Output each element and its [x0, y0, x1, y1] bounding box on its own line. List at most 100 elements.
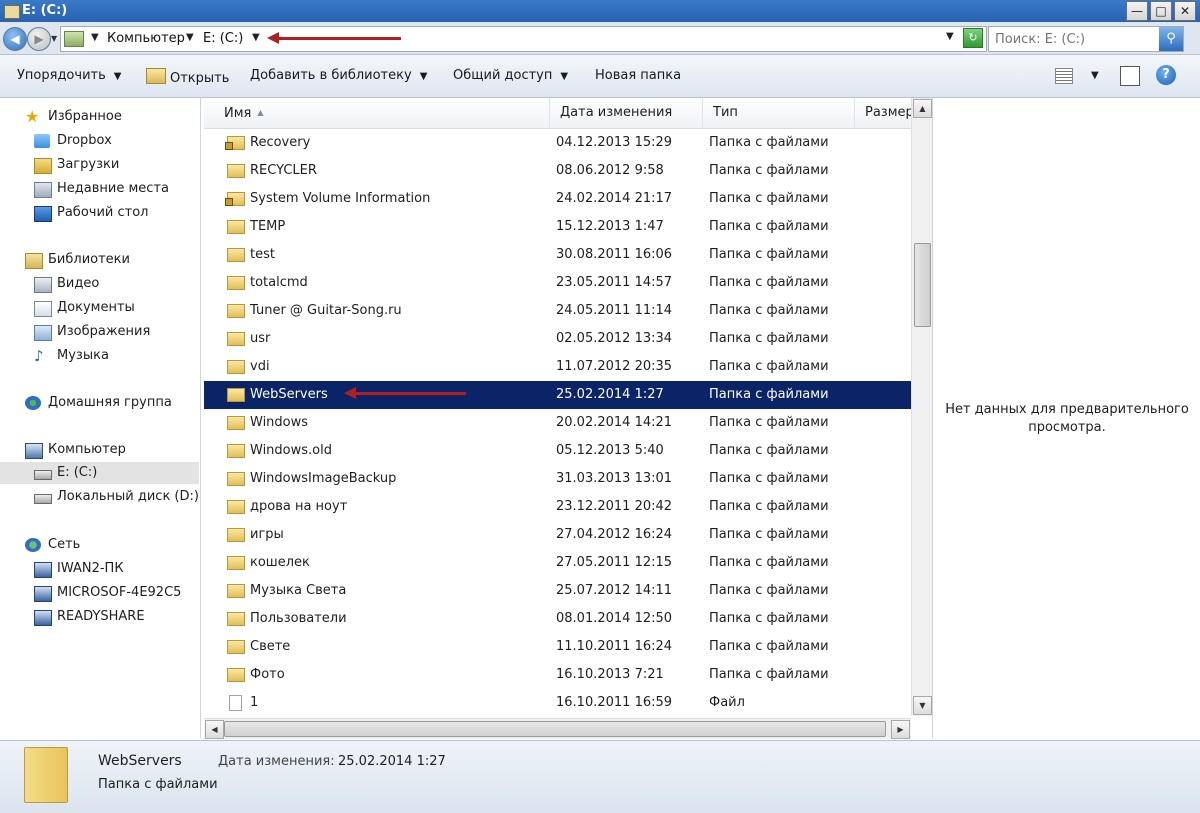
column-header-name[interactable]: Имя ▲	[214, 98, 550, 128]
search-icon[interactable]: ⚲	[1159, 27, 1183, 51]
chevron-down-icon[interactable]: ▼	[252, 32, 260, 43]
address-dropdown-icon[interactable]: ▼	[946, 31, 954, 42]
cell-type: Файл	[709, 695, 745, 710]
network-computer-icon	[34, 610, 52, 626]
minimize-button[interactable]: —	[1126, 1, 1148, 21]
nav-downloads[interactable]: Загрузки	[0, 154, 199, 176]
nav-label: Изображения	[57, 324, 151, 339]
cell-name: дрова на ноут	[250, 499, 348, 514]
nav-network[interactable]: Сеть	[0, 534, 199, 556]
sort-ascending-icon: ▲	[257, 108, 264, 117]
scroll-thumb[interactable]	[914, 243, 931, 327]
nav-homegroup[interactable]: Домашняя группа	[0, 392, 199, 414]
preview-pane-icon[interactable]	[1120, 66, 1140, 86]
nav-computer[interactable]: Компьютер	[0, 439, 199, 461]
cell-name: Windows.old	[250, 443, 332, 458]
chevron-down-icon[interactable]: ▼	[91, 32, 99, 43]
table-row[interactable]: Tuner @ Guitar-Song.ru 24.05.2011 11:14 Па…	[204, 297, 911, 325]
nav-desktop[interactable]: Рабочий стол	[0, 202, 199, 224]
scroll-left-icon[interactable]: ◀	[205, 720, 224, 739]
share-button[interactable]: Общий доступ ▼	[453, 68, 568, 83]
table-row[interactable]: totalcmd 23.05.2011 14:57 Папка с файлами	[204, 269, 911, 297]
back-button[interactable]: ◀	[3, 27, 27, 51]
table-row[interactable]: 1 16.10.2011 16:59 Файл	[204, 689, 911, 716]
column-header-date[interactable]: Дата изменения	[550, 98, 703, 128]
address-bar[interactable]: ▼ Компьютер ▼ E: (C:) ▼	[60, 26, 987, 52]
search-box[interactable]: ⚲	[988, 26, 1184, 52]
add-to-library-button[interactable]: Добавить в библиотеку ▼	[250, 68, 427, 83]
chevron-down-icon: ▼	[113, 71, 122, 82]
forward-button[interactable]: ▶	[27, 27, 51, 51]
cell-date: 27.04.2012 16:24	[556, 527, 673, 542]
breadcrumb-drive[interactable]: E: (C:)	[203, 31, 243, 46]
close-button[interactable]: ✕	[1174, 1, 1196, 21]
table-row[interactable]: System Volume Information 24.02.2014 21:1…	[204, 185, 911, 213]
nav-pc-microsof[interactable]: MICROSOF-4E92C5	[0, 582, 199, 604]
table-row[interactable]: Музыка Света 25.07.2012 14:11 Папка с файл…	[204, 577, 911, 605]
nav-pc-iwan2[interactable]: IWAN2-ПК	[0, 558, 199, 580]
search-input[interactable]	[993, 30, 1157, 48]
column-header-type[interactable]: Тип	[703, 98, 855, 128]
chevron-down-icon[interactable]: ▼	[186, 32, 194, 43]
nav-music[interactable]: ♪ Музыка	[0, 345, 199, 367]
nav-drive-d[interactable]: Локальный диск (D:)	[0, 486, 199, 508]
nav-video[interactable]: Видео	[0, 273, 199, 295]
table-row[interactable]: Windows 20.02.2014 14:21 Папка с файлами	[204, 409, 911, 437]
organize-button[interactable]: Упорядочить ▼	[17, 68, 121, 83]
table-row[interactable]: Фото 16.10.2013 7:21 Папка с файлами	[204, 661, 911, 689]
new-folder-button[interactable]: Новая папка	[595, 68, 681, 83]
nav-documents[interactable]: Документы	[0, 297, 199, 319]
table-row[interactable]: usr 02.05.2012 13:34 Папка с файлами	[204, 325, 911, 353]
cell-date: 02.05.2012 13:34	[556, 331, 673, 346]
nav-drive-c[interactable]: E: (C:)	[0, 462, 199, 484]
scroll-down-icon[interactable]: ▼	[913, 696, 932, 715]
cell-name: totalcmd	[250, 275, 308, 290]
table-row[interactable]: дрова на ноут 23.12.2011 20:42 Папка с фай…	[204, 493, 911, 521]
cell-type: Папка с файлами	[709, 135, 829, 150]
cell-name: TEMP	[250, 219, 286, 234]
nav-pc-readyshare[interactable]: READYSHARE	[0, 606, 199, 628]
address-row: ◀ ▶ ▼ ▼ Компьютер ▼ E: (C:) ▼ ▼ ↻ ⚲	[0, 22, 1200, 55]
cell-name: System Volume Information	[250, 191, 431, 206]
nav-dropbox[interactable]: Dropbox	[0, 130, 199, 152]
maximize-button[interactable]: □	[1150, 1, 1172, 21]
folder-icon	[227, 472, 245, 486]
table-row[interactable]: Recovery 04.12.2013 15:29 Папка с файлами	[204, 129, 911, 157]
nav-recent-places[interactable]: Недавние места	[0, 178, 199, 200]
table-row[interactable]: TEMP 15.12.2013 1:47 Папка с файлами	[204, 213, 911, 241]
table-row[interactable]: Свете 11.10.2011 16:24 Папка с файлами	[204, 633, 911, 661]
table-row[interactable]: RECYCLER 08.06.2012 9:58 Папка с файлами	[204, 157, 911, 185]
vertical-scrollbar[interactable]: ▲ ▼	[911, 98, 932, 716]
history-dropdown-icon[interactable]: ▼	[51, 34, 57, 43]
scroll-right-icon[interactable]: ▶	[891, 720, 910, 739]
preview-message: Нет данных для предварительного просмотр…	[933, 401, 1200, 437]
nav-favorites[interactable]: ★ Избранное	[0, 106, 199, 128]
table-row[interactable]: игры 27.04.2012 16:24 Папка с файлами	[204, 521, 911, 549]
horizontal-scrollbar[interactable]: ◀ ▶	[204, 718, 911, 739]
table-row[interactable]: кошелек 27.05.2011 12:15 Папка с файлами	[204, 549, 911, 577]
open-button[interactable]: Открыть	[146, 68, 229, 86]
organize-label: Упорядочить	[17, 68, 106, 83]
table-row[interactable]: vdi 11.07.2012 20:35 Папка с файлами	[204, 353, 911, 381]
annotation-arrow-icon	[267, 32, 401, 44]
table-row[interactable]: Windows.old 05.12.2013 5:40 Папка с файлам…	[204, 437, 911, 465]
nav-libraries[interactable]: Библиотеки	[0, 249, 199, 271]
table-row[interactable]: WindowsImageBackup 31.03.2013 13:01 Папка …	[204, 465, 911, 493]
scroll-up-icon[interactable]: ▲	[913, 99, 932, 118]
scroll-thumb[interactable]	[224, 721, 886, 737]
column-header-size[interactable]: Размер	[855, 98, 911, 128]
nav-label: Dropbox	[57, 133, 112, 148]
cell-date: 30.08.2011 16:06	[556, 247, 673, 262]
nav-label: Избранное	[48, 109, 122, 124]
help-icon[interactable]: ?	[1156, 65, 1176, 85]
nav-pictures[interactable]: Изображения	[0, 321, 199, 343]
table-row[interactable]: test 30.08.2011 16:06 Папка с файлами	[204, 241, 911, 269]
breadcrumb-computer[interactable]: Компьютер	[107, 31, 185, 46]
cell-name: Пользователи	[250, 611, 347, 626]
table-row[interactable]: WebServers 25.02.2014 1:27 Папка с файлами	[204, 381, 911, 409]
drive-icon	[4, 5, 20, 19]
table-row[interactable]: Пользователи 08.01.2014 12:50 Папка с файл…	[204, 605, 911, 633]
chevron-down-icon[interactable]: ▼	[1091, 70, 1099, 81]
refresh-icon[interactable]: ↻	[963, 28, 983, 48]
view-details-icon[interactable]	[1055, 68, 1073, 84]
